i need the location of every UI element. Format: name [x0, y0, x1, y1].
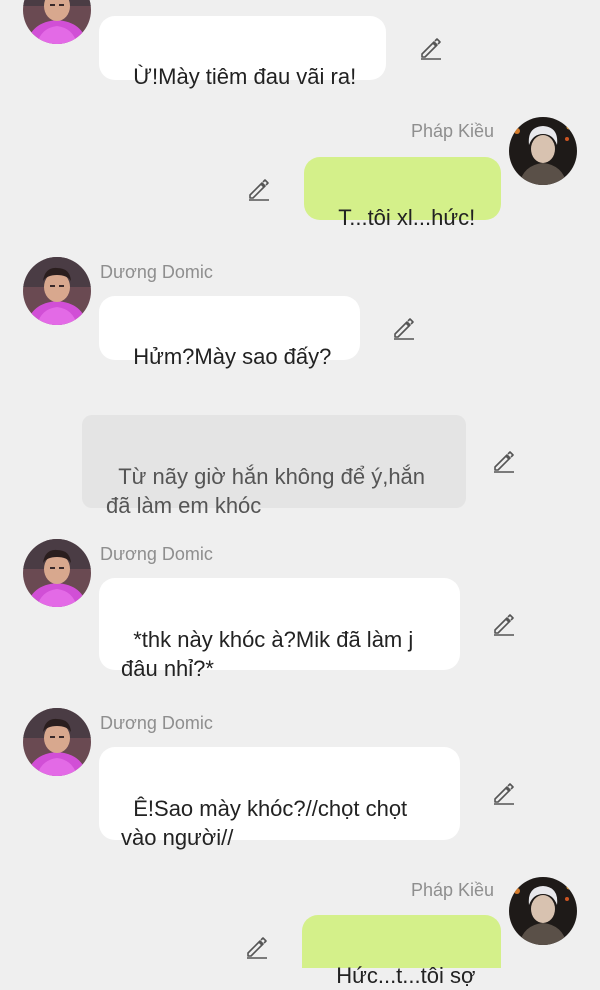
- message-bubble-incoming[interactable]: Ừ!Mày tiêm đau vãi ra!: [99, 16, 386, 89]
- message-bubble-incoming[interactable]: Hửm?Mày sao đấy?: [99, 296, 360, 369]
- message-bubble-outgoing[interactable]: T...tôi xl...hức!: [304, 157, 501, 230]
- sender-name: Pháp Kiều: [411, 880, 495, 900]
- pencil-icon[interactable]: [244, 934, 270, 960]
- message-text: Hức...t...tôi sợ: [336, 963, 476, 988]
- avatar-phap-kieu[interactable]: [509, 877, 577, 945]
- message-text: *thk này khóc à?Mik đã làm j đâu nhỉ?*: [121, 627, 414, 681]
- narration-text: Từ nãy giờ hắn không để ý,hắn đã làm em …: [106, 464, 426, 518]
- pencil-icon[interactable]: [391, 315, 417, 341]
- pencil-icon[interactable]: [491, 448, 517, 474]
- message-bubble-incoming[interactable]: Ê!Sao mày khóc?//chọt chọt vào người//: [99, 747, 460, 850]
- avatar-duong-domic[interactable]: [23, 0, 91, 44]
- narration-bubble[interactable]: Từ nãy giờ hắn không để ý,hắn đã làm em …: [82, 415, 466, 518]
- message-bubble-incoming[interactable]: *thk này khóc à?Mik đã làm j đâu nhỉ?*: [99, 578, 460, 681]
- sender-name: Dương Domic: [100, 713, 213, 733]
- sender-name: Dương Domic: [100, 544, 213, 564]
- avatar-duong-domic[interactable]: [23, 257, 91, 325]
- pencil-icon[interactable]: [491, 780, 517, 806]
- pencil-icon[interactable]: [418, 35, 444, 61]
- message-bubble-outgoing[interactable]: Hức...t...tôi sợ: [302, 915, 501, 988]
- pencil-icon[interactable]: [491, 611, 517, 637]
- sender-name: Pháp Kiều: [411, 121, 495, 141]
- message-text: Ê!Sao mày khóc?//chọt chọt vào người//: [121, 796, 408, 850]
- avatar-duong-domic[interactable]: [23, 708, 91, 776]
- message-text: Ừ!Mày tiêm đau vãi ra!: [133, 64, 357, 89]
- message-text: Hửm?Mày sao đấy?: [133, 344, 332, 369]
- avatar-duong-domic[interactable]: [23, 539, 91, 607]
- avatar-phap-kieu[interactable]: [509, 117, 577, 185]
- message-text: T...tôi xl...hức!: [338, 205, 476, 230]
- pencil-icon[interactable]: [246, 176, 272, 202]
- sender-name: Dương Domic: [100, 262, 213, 282]
